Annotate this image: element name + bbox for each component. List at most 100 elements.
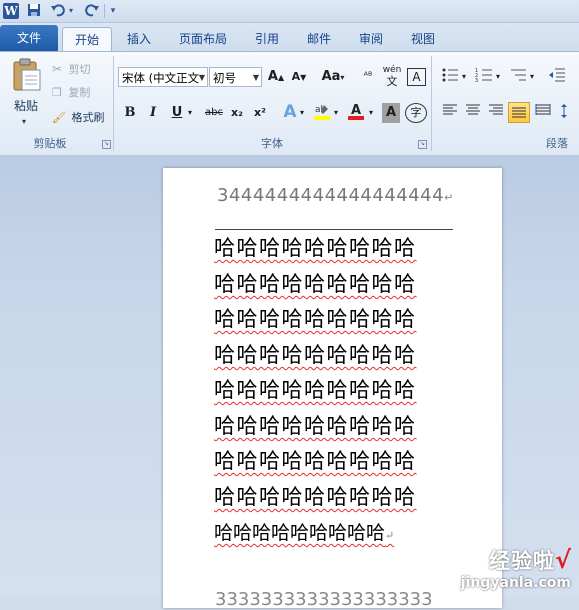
bullets-icon[interactable] [439, 67, 461, 87]
font-size-combobox[interactable]: 初号 ▼ [209, 67, 262, 87]
customize-qat-icon[interactable]: ▾ [108, 3, 118, 19]
tab-mailings[interactable]: 邮件 [298, 27, 340, 51]
body-line[interactable]: 哈哈哈哈哈哈哈哈哈 [214, 449, 417, 473]
line-spacing-icon[interactable] [560, 103, 574, 123]
chevron-down-icon: ▼ [198, 73, 205, 82]
paste-button[interactable]: 粘贴 ▾ [6, 56, 46, 130]
align-center-icon[interactable] [462, 103, 484, 123]
body-line[interactable]: 哈哈哈哈哈哈哈哈哈 [214, 272, 417, 296]
paste-dropdown-icon: ▾ [22, 117, 27, 126]
document-page[interactable]: 3444444444444444444↵ 哈哈哈哈哈哈哈哈哈 哈哈哈哈哈哈哈哈哈… [163, 168, 502, 610]
clipboard-icon [13, 58, 41, 91]
font-dialog-launcher-icon[interactable]: ↘ [418, 140, 427, 149]
tab-review[interactable]: 审阅 [350, 27, 392, 51]
tab-view[interactable]: 视图 [402, 27, 444, 51]
watermark: 经验啦√ jingyanla.com [461, 545, 571, 591]
paragraph-group-label: 段落 [546, 137, 568, 150]
grow-font-icon: A [267, 69, 278, 84]
character-border-button[interactable]: A [407, 68, 426, 86]
svg-text:3: 3 [475, 78, 478, 83]
body-line[interactable]: 哈哈哈哈哈哈哈哈哈 [214, 236, 417, 260]
font-name-combobox[interactable]: 宋体 (中文正文 ▼ [118, 67, 208, 87]
tab-home[interactable]: 开始 [62, 27, 112, 52]
character-shading-button[interactable]: A [382, 103, 400, 123]
font-color-dropdown-icon[interactable]: ▾ [366, 103, 376, 123]
tab-file[interactable]: 文件 [0, 25, 58, 51]
font-color-button[interactable]: A [345, 102, 367, 122]
decrease-indent-icon[interactable] [546, 67, 568, 87]
multilevel-list-icon[interactable] [507, 67, 529, 87]
text-effects-dropdown-icon[interactable]: ▾ [297, 103, 307, 123]
phonetic-guide-label: wén [382, 65, 402, 75]
phonetic-guide-button[interactable]: wén 文 [381, 65, 403, 88]
grow-font-button[interactable]: A▲ [265, 67, 287, 87]
tab-page-layout[interactable]: 页面布局 [170, 27, 236, 51]
header-text[interactable]: 3444444444444444444↵ [217, 185, 454, 206]
multilevel-dropdown-icon[interactable]: ▾ [527, 67, 537, 87]
change-case-icon: Aa [321, 69, 341, 84]
phonetic-char-icon: 文 [386, 75, 398, 88]
quick-access-toolbar: W ▾ ▾ [0, 0, 579, 23]
paintbrush-icon: 🖌 [52, 111, 66, 124]
body-line-last[interactable]: 哈哈哈哈哈哈哈哈哈↵ [214, 521, 394, 548]
bold-button[interactable]: B [119, 103, 141, 123]
document-area: 3444444444444444444↵ 哈哈哈哈哈哈哈哈哈 哈哈哈哈哈哈哈哈哈… [0, 155, 579, 610]
shrink-font-icon: A [291, 70, 301, 83]
clipboard-group-label: 剪贴板 [33, 137, 67, 150]
clipboard-dialog-launcher-icon[interactable]: ↘ [102, 140, 111, 149]
body-line[interactable]: 哈哈哈哈哈哈哈哈哈 [214, 378, 417, 402]
scissors-icon: ✂ [52, 62, 63, 76]
highlighter-icon: ab [314, 105, 330, 120]
body-line[interactable]: 哈哈哈哈哈哈哈哈哈 [214, 485, 417, 509]
subscript-button[interactable]: x₂ [226, 103, 248, 123]
chevron-down-icon: ▼ [252, 73, 259, 82]
paragraph-mark-icon: ↵ [444, 191, 454, 204]
undo-icon[interactable] [50, 3, 66, 19]
justify-icon[interactable] [508, 102, 530, 123]
numbering-dropdown-icon[interactable]: ▾ [493, 67, 503, 87]
enclose-characters-button[interactable]: 字 [405, 103, 427, 123]
tab-insert[interactable]: 插入 [118, 27, 160, 51]
undo-dropdown-icon[interactable]: ▾ [67, 3, 75, 19]
body-line-last-text: 哈哈哈哈哈哈哈哈哈 [214, 522, 386, 544]
font-group-label: 字体 [261, 137, 283, 150]
body-line[interactable]: 哈哈哈哈哈哈哈哈哈 [214, 307, 417, 331]
cut-button[interactable]: ✂ 剪切 [52, 61, 91, 78]
ribbon-tabs: 文件 开始 插入 页面布局 引用 邮件 审阅 视图 [0, 23, 579, 52]
body-line[interactable]: 哈哈哈哈哈哈哈哈哈 [214, 414, 417, 438]
redo-icon[interactable] [84, 3, 100, 19]
paste-label: 粘贴 [14, 99, 39, 113]
copy-button[interactable]: ❐ 复制 [52, 85, 90, 101]
numbering-icon[interactable]: 123 [473, 67, 495, 87]
clear-formatting-icon[interactable]: ᴬᴮ [357, 67, 379, 87]
cut-label: 剪切 [68, 63, 91, 76]
underline-dropdown-icon[interactable]: ▾ [184, 103, 196, 123]
watermark-check-icon: √ [554, 546, 571, 574]
italic-button[interactable]: I [142, 103, 164, 123]
tab-references[interactable]: 引用 [246, 27, 288, 51]
distributed-align-icon[interactable] [532, 103, 554, 123]
paragraph-mark-icon: ↵ [385, 529, 395, 542]
highlight-button[interactable]: ab [311, 102, 333, 122]
ribbon: 粘贴 ▾ ✂ 剪切 ❐ 复制 🖌 格式刷 剪贴板 ↘ 宋体 (中文正文 ▼ 初号… [0, 51, 579, 156]
svg-text:A: A [351, 103, 361, 118]
watermark-url: jingyanla.com [460, 575, 571, 591]
align-right-icon[interactable] [485, 103, 507, 123]
qat-separator [104, 4, 105, 18]
word-app-icon[interactable]: W [3, 3, 19, 19]
superscript-button[interactable]: x² [249, 103, 271, 123]
save-icon[interactable] [26, 3, 42, 19]
next-line-partial[interactable]: 3333333333333333333 [215, 589, 433, 610]
align-left-icon[interactable] [439, 103, 461, 123]
body-line[interactable]: 哈哈哈哈哈哈哈哈哈 [214, 343, 417, 367]
watermark-title: 经验啦 [488, 549, 555, 573]
change-case-button[interactable]: Aa▾ [318, 67, 348, 87]
highlight-dropdown-icon[interactable]: ▾ [331, 103, 341, 123]
font-size-value: 初号 [213, 71, 236, 85]
format-painter-button[interactable]: 🖌 格式刷 [52, 110, 104, 126]
copy-label: 复制 [68, 86, 91, 99]
copy-icon: ❐ [52, 86, 62, 99]
bullets-dropdown-icon[interactable]: ▾ [459, 67, 469, 87]
shrink-font-button[interactable]: A▼ [288, 67, 310, 87]
strikethrough-button[interactable]: abc [201, 103, 227, 123]
